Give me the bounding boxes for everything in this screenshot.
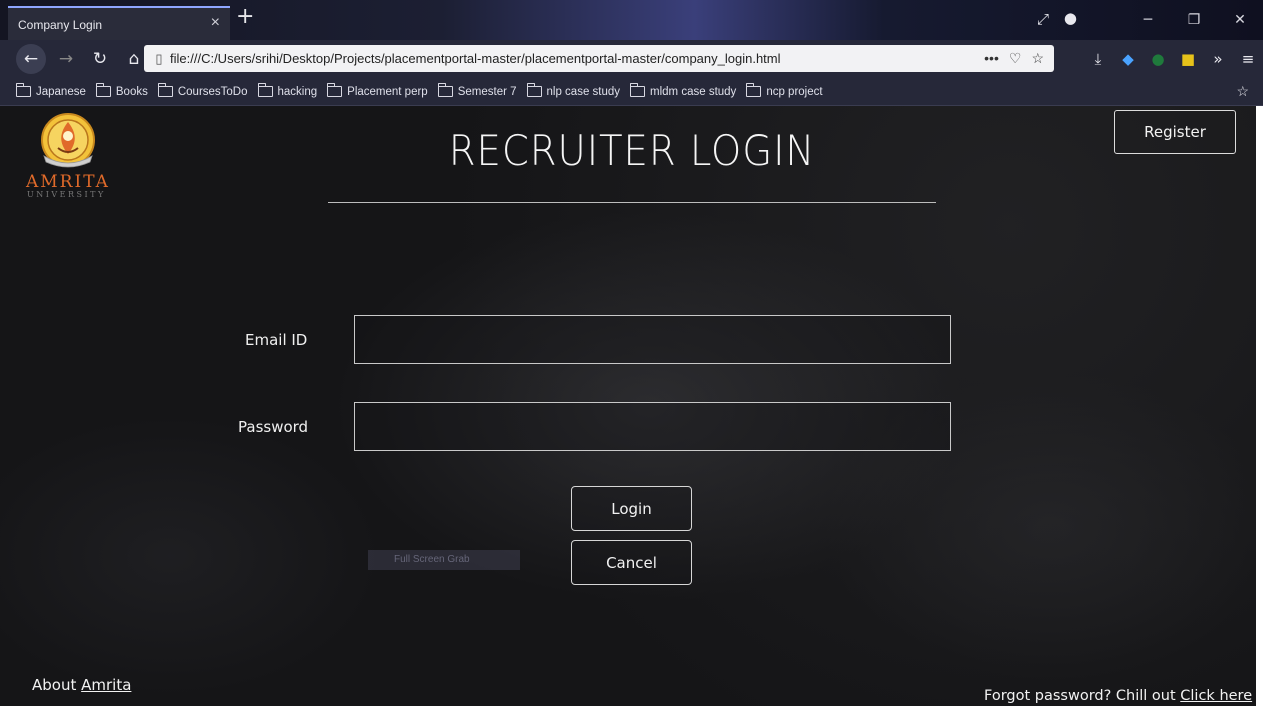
overflow-chevron-icon[interactable]: »: [1203, 50, 1233, 68]
nav-bar: ← → ↻ ⌂ ▯ file:///C:/Users/srihi/Desktop…: [0, 40, 1263, 78]
email-field[interactable]: [354, 315, 951, 364]
tab-close-icon[interactable]: ×: [211, 14, 220, 32]
forward-arrow-icon[interactable]: →: [52, 45, 80, 73]
bookmark-semester-7[interactable]: Semester 7: [437, 83, 517, 98]
logo-subtext: UNIVERSITY: [27, 190, 106, 199]
restore-icon[interactable]: ❐: [1171, 12, 1217, 28]
bookmark-placement-perp[interactable]: Placement perp: [327, 83, 428, 98]
bookmark-japanese[interactable]: Japanese: [16, 83, 86, 98]
about-prefix: About: [32, 676, 82, 694]
menu-icon[interactable]: ≡: [1233, 50, 1263, 68]
browser-tab[interactable]: Company Login ×: [8, 6, 230, 40]
bookmark-star-icon[interactable]: ☆: [1031, 50, 1044, 67]
bookmarks-menu-icon[interactable]: ☆: [1236, 83, 1249, 100]
screen-grab-overlay: Full Screen Grab: [368, 550, 520, 570]
back-arrow-icon[interactable]: ←: [16, 44, 46, 74]
reload-icon[interactable]: ↻: [86, 45, 114, 73]
pocket-icon[interactable]: ♡: [1009, 50, 1022, 67]
register-button[interactable]: Register: [1114, 110, 1236, 154]
folder-icon: [526, 83, 542, 97]
expand-icon[interactable]: ⤢: [1037, 10, 1049, 28]
password-field[interactable]: [354, 402, 951, 451]
bookmark-nlp-case-study[interactable]: nlp case study: [526, 83, 620, 98]
cancel-button[interactable]: Cancel: [571, 540, 692, 585]
folder-icon: [630, 83, 646, 97]
address-bar[interactable]: ▯ file:///C:/Users/srihi/Desktop/Project…: [144, 45, 1054, 72]
toolbar-right: ⤓ ◆ ● ■ » ≡: [1083, 40, 1263, 78]
new-tab-icon[interactable]: +: [236, 6, 254, 28]
forgot-password-link[interactable]: Click here: [1180, 688, 1252, 704]
extension-diamond-icon[interactable]: ◆: [1113, 50, 1143, 68]
account-icon[interactable]: ●: [1064, 9, 1077, 27]
extension-dot-icon[interactable]: ●: [1143, 50, 1173, 68]
folder-icon: [746, 83, 762, 97]
bookmark-coursestodo[interactable]: CoursesToDo: [157, 83, 248, 98]
forgot-prefix: Forgot password? Chill out: [984, 688, 1181, 704]
password-label: Password: [238, 418, 309, 436]
download-icon[interactable]: ⤓: [1083, 50, 1113, 68]
title-divider: [328, 202, 936, 203]
login-button[interactable]: Login: [571, 486, 692, 531]
about-text: About Amrita: [32, 676, 131, 694]
folder-icon: [437, 83, 453, 97]
bookmark-mldm-case-study[interactable]: mldm case study: [630, 83, 736, 98]
page-edge-strip: [1256, 106, 1263, 706]
bookmark-books[interactable]: Books: [95, 83, 148, 98]
email-label: Email ID: [245, 331, 308, 349]
page-icon: ▯: [155, 50, 163, 66]
tab-title: Company Login: [18, 18, 103, 32]
page-title: RECRUITER LOGIN: [448, 126, 816, 175]
window-controls: ─ ❐ ✕: [1125, 0, 1263, 40]
about-amrita-link[interactable]: Amrita: [81, 676, 131, 694]
close-window-icon[interactable]: ✕: [1217, 12, 1263, 28]
bookmark-hacking[interactable]: hacking: [257, 83, 317, 98]
bookmark-ncp-project[interactable]: ncp project: [746, 83, 823, 98]
folder-icon: [327, 83, 343, 97]
title-bar: Company Login × + ⤢ ● ─ ❐ ✕: [0, 0, 1263, 40]
folder-icon: [157, 83, 173, 97]
browser-window: Company Login × + ⤢ ● ─ ❐ ✕ ← → ↻ ⌂ ▯ fi…: [0, 0, 1263, 706]
address-actions: ••• ♡ ☆: [984, 50, 1054, 67]
folder-icon: [95, 83, 111, 97]
folder-icon: [257, 83, 273, 97]
logo-wordmark: AMRITA: [26, 172, 110, 192]
forgot-password-text: Forgot password? Chill out Click here: [984, 688, 1259, 704]
folder-icon: [16, 83, 31, 97]
page-content: AMRITA UNIVERSITY Register RECRUITER LOG…: [0, 106, 1263, 706]
page-actions-icon[interactable]: •••: [984, 50, 999, 67]
extension-box-icon[interactable]: ■: [1173, 50, 1203, 68]
minimize-icon[interactable]: ─: [1125, 12, 1171, 28]
address-text[interactable]: file:///C:/Users/srihi/Desktop/Projects/…: [170, 51, 984, 66]
bookmarks-bar: Japanese Books CoursesToDo hacking Place…: [0, 78, 1263, 106]
